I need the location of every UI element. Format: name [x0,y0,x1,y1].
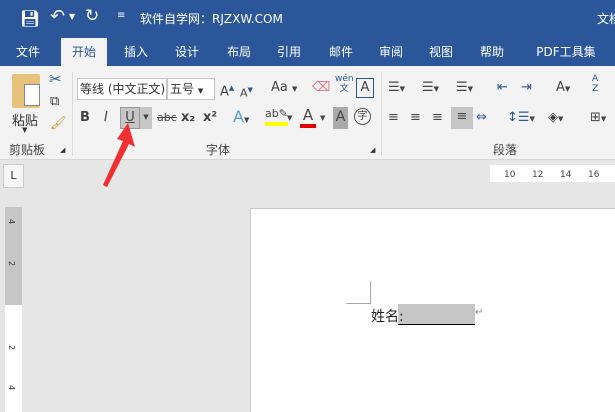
save-icon[interactable]: 💾︎ [20,9,40,28]
tab-review[interactable]: 审阅 [370,38,412,66]
document-page[interactable]: 姓名: ↵ [250,208,615,412]
ribbon-tabs: 文件 开始 插入 设计 布局 引用 邮件 审阅 视图 帮助 PDF工具集 [0,38,615,66]
phonetic-sub: 文 [339,84,349,94]
multilevel-list-icon[interactable]: ☰▼ [456,78,473,100]
paragraph-group-label: 段落 [493,143,518,157]
tab-references[interactable]: 引用 [268,38,310,66]
subscript-button[interactable]: x₂ [181,108,195,130]
font-color-icon[interactable]: A [300,106,316,128]
chinese-layout-icon[interactable]: A▼ [556,78,570,100]
strikethrough-button[interactable]: abc [157,108,177,130]
ruler-label: 2 [7,260,17,267]
selected-underlined-blank[interactable] [398,304,475,325]
vertical-ruler[interactable]: 4 2 2 4 [5,207,22,412]
numbering-icon[interactable]: ☰▼ [422,78,439,100]
underline-dropdown-icon[interactable]: ▼ [140,107,152,129]
font-size-select[interactable]: 五号 ▼ [167,78,215,100]
cut-icon[interactable]: ✂ [49,70,62,88]
clipboard-launcher-icon[interactable]: ◢ [60,146,65,154]
margin-corner-mark [346,281,371,304]
format-painter-icon[interactable]: 🖌︎ [50,116,67,131]
paste-dropdown-icon[interactable]: ▼ [22,126,27,134]
tab-home[interactable]: 开始 [61,38,107,66]
ribbon: 粘贴 ▼ ✂ ⧉ 🖌︎ 剪贴板 ◢ 等线 (中文正文) 五号 ▼ A▲ A▼ A… [0,66,615,160]
clear-formatting-icon[interactable]: ⌫ [312,78,330,100]
align-center-icon[interactable]: ≡ [410,108,421,130]
font-size-value: 五号 [170,82,195,96]
shading-icon[interactable]: ◈▼ [548,108,563,130]
superscript-button[interactable]: x² [203,108,217,130]
borders-icon[interactable]: ⊞▼ [590,108,606,130]
font-name-select[interactable]: 等线 (中文正文) [77,78,167,100]
enclose-characters-button[interactable]: 字 [354,108,371,125]
highlight-color-icon[interactable]: ab✎ [265,106,288,126]
character-border-icon[interactable]: A [356,78,374,98]
shrink-font-icon[interactable]: A▼ [240,80,253,102]
bold-button[interactable]: B [80,108,90,130]
ruler-label: 2 [7,344,17,351]
ruler-label: 12 [532,170,544,180]
tab-selector[interactable]: L [3,164,24,188]
customize-qat-icon[interactable]: ≡ [117,10,125,21]
decrease-indent-icon[interactable]: ⇤ [497,78,508,100]
document-title: 软件自学网：RJZXW.COM [140,12,283,26]
tab-view[interactable]: 视图 [420,38,462,66]
ruler-label: 4 [7,384,17,391]
paste-icon[interactable] [12,74,40,108]
tab-help[interactable]: 帮助 [471,38,513,66]
change-case-button[interactable]: Aa ▼ [271,78,297,100]
horizontal-ruler[interactable]: 10 12 14 16 [490,165,615,182]
text-effects-icon[interactable]: A▼ [233,107,249,129]
line-spacing-icon[interactable]: ↕☰▼ [507,108,535,130]
ruler-label: 14 [560,170,572,180]
font-name-value: 等线 (中文正文) [80,82,166,96]
tab-design[interactable]: 设计 [166,38,208,66]
tab-file[interactable]: 文件 [6,38,50,66]
ruler-label: 4 [7,218,17,225]
change-case-label: Aa [271,80,288,95]
annotation-arrow-icon [103,123,135,187]
copy-icon[interactable]: ⧉ [50,94,59,109]
window-title: 文档 [597,12,615,26]
phonetic-label: wén [335,74,354,84]
align-left-icon[interactable]: ≡ [388,108,399,130]
tab-pdf-tools[interactable]: PDF工具集 [526,38,606,66]
paragraph-mark-icon: ↵ [475,307,484,318]
font-color-dropdown-icon[interactable]: ▼ [320,108,325,130]
character-shading-icon[interactable]: A [333,107,348,129]
tab-mailings[interactable]: 邮件 [320,38,362,66]
font-launcher-icon[interactable]: ◢ [370,146,375,154]
justify-icon[interactable]: ≡ [451,107,473,129]
distributed-icon[interactable]: ⇔ [476,108,487,130]
font-group-label: 字体 [206,143,231,157]
redo-icon[interactable]: ↻ [85,6,99,26]
ruler-label: 10 [504,170,516,180]
undo-dropdown-icon[interactable]: ▼ [69,12,75,21]
phonetic-guide-button[interactable]: wén 文 [335,74,354,96]
align-right-icon[interactable]: ≡ [432,108,443,130]
document-text[interactable]: 姓名: [371,306,404,326]
sort-icon[interactable]: AZ [592,74,598,96]
title-bar: 💾︎ ↶ ▼ ↻ ≡ 软件自学网：RJZXW.COM 文档 [0,0,615,38]
grow-font-icon[interactable]: A▲ [220,78,234,100]
increase-indent-icon[interactable]: ⇥ [521,78,532,100]
undo-icon[interactable]: ↶ [50,6,65,27]
tab-insert[interactable]: 插入 [115,38,157,66]
bullets-icon[interactable]: ☰▼ [388,78,405,100]
clipboard-group-label: 剪贴板 [9,143,46,157]
highlight-dropdown-icon[interactable]: ▼ [287,108,292,130]
tab-layout[interactable]: 布局 [218,38,260,66]
ruler-label: 16 [588,170,600,180]
